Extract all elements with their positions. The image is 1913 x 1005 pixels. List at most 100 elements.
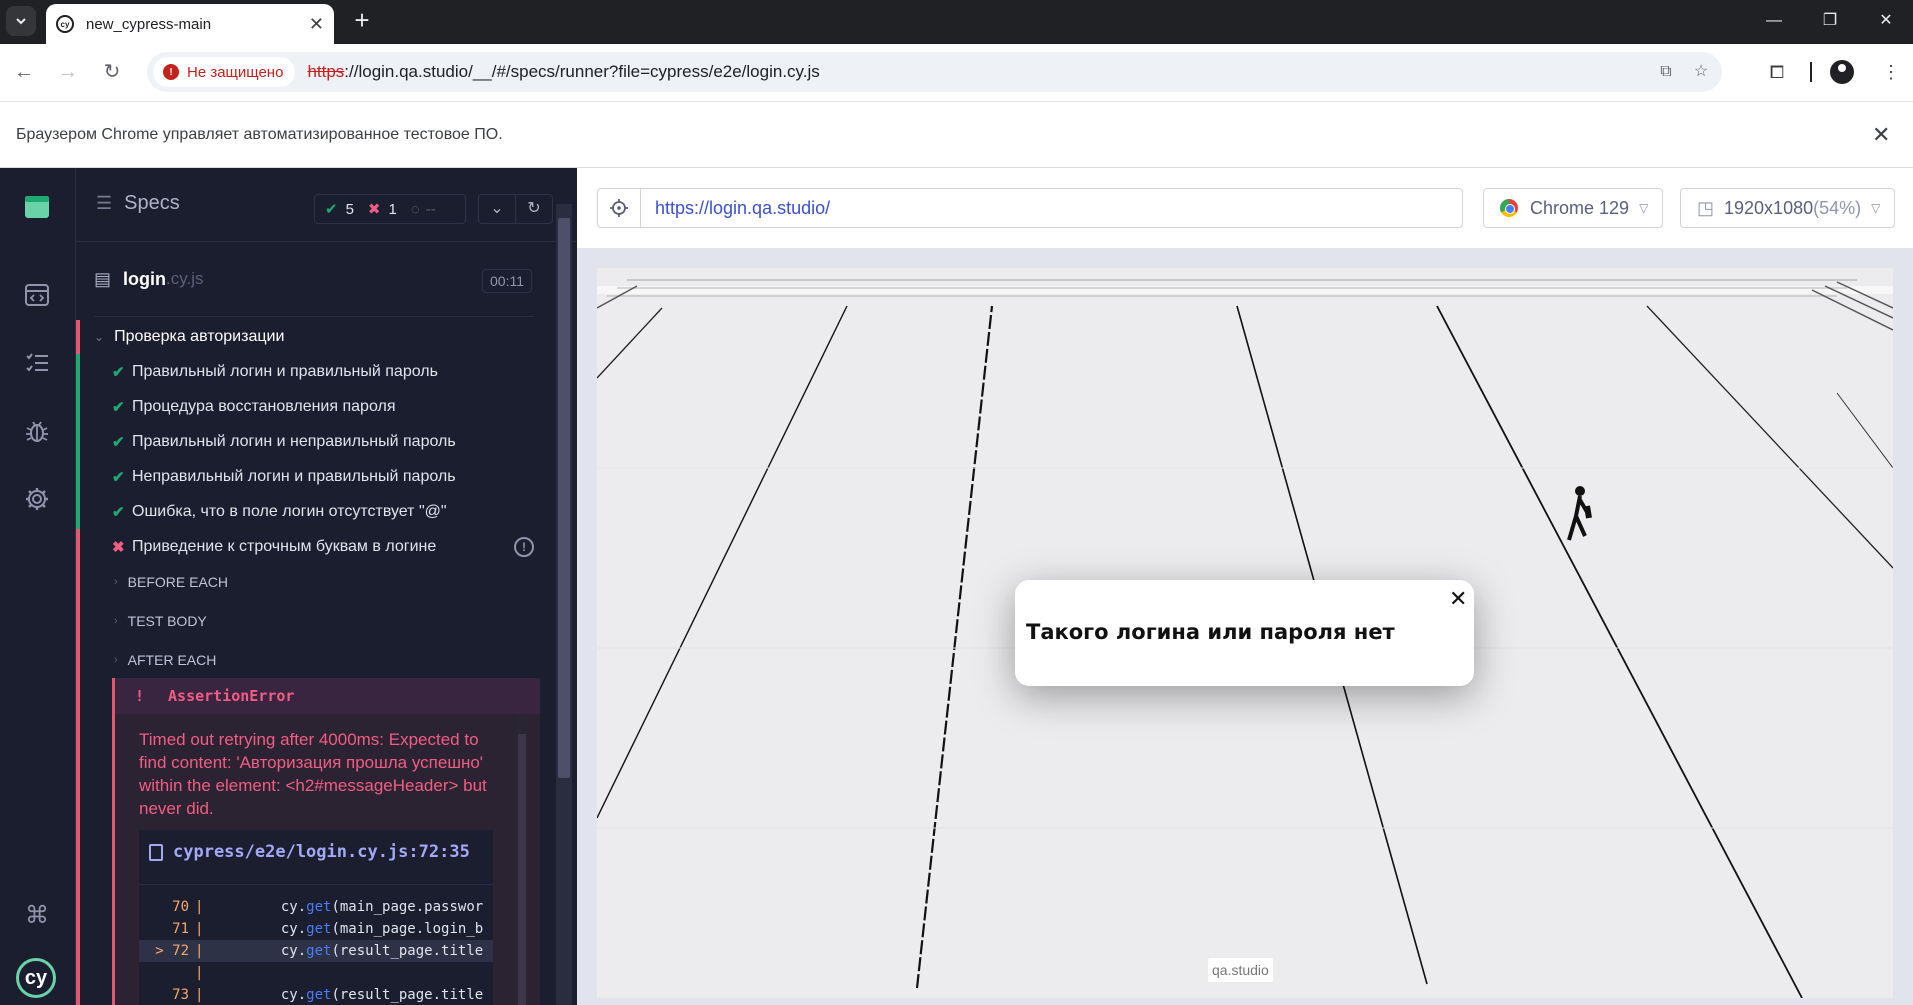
debug-bug-icon[interactable] [22, 416, 52, 446]
toolbar-divider [1810, 62, 1812, 82]
aut-url[interactable]: https://login.qa.studio/ [640, 188, 1463, 228]
test-title: Правильный логин и неправильный пароль [132, 432, 456, 450]
result-popup: ✕ Такого логина или пароля нет [1015, 580, 1474, 686]
browser-tab[interactable]: cy new_cypress-main ✕ [46, 4, 334, 44]
test-row[interactable]: ✔ Ошибка, что в поле логин отсутствует "… [76, 494, 516, 529]
suite-title: Проверка авторизации [114, 328, 285, 345]
infobar-text: Браузером Chrome управляет автоматизиров… [16, 126, 503, 143]
url-text[interactable]: https://login.qa.studio/__/#/specs/runne… [307, 62, 819, 82]
line-number: 70 [172, 899, 189, 915]
popup-message: Такого логина или пароля нет [1026, 620, 1395, 644]
error-header: ! AssertionError [115, 678, 540, 714]
browser-selector[interactable]: Chrome 129 ▽ [1483, 188, 1663, 228]
specs-nav-icon[interactable] [22, 280, 52, 310]
code-line: 71 | cy.get(main_page.login_b [139, 918, 493, 940]
profile-avatar-icon[interactable] [1830, 60, 1854, 84]
code-file-link[interactable]: cypress/e2e/login.cy.js:72:35 [149, 842, 470, 862]
reload-button[interactable]: ↻ [96, 56, 128, 88]
line-code: cy.get(result_page.title [213, 943, 484, 959]
cypress-favicon-icon: cy [56, 15, 74, 33]
passed-check-icon: ✔ [112, 433, 125, 451]
chevron-right-icon: › [114, 654, 118, 666]
reporter-header: ☰ Specs ✔ 5 ✖ 1 ◌ -- ⌄ ↻ [76, 168, 577, 242]
close-window-button[interactable]: ✕ [1866, 6, 1906, 36]
line-number: 71 [172, 921, 189, 937]
code-line: 70 | cy.get(main_page.passwor [139, 896, 493, 918]
test-row[interactable]: ✔ Процедура восстановления пароля [76, 389, 516, 424]
test-title: Правильный логин и правильный пароль [132, 362, 438, 380]
back-button[interactable]: ← [8, 56, 40, 88]
collapse-all-button[interactable]: ⌄ [478, 194, 516, 224]
infobar-close-icon[interactable]: ✕ [1872, 122, 1890, 148]
line-gutter: | [195, 943, 204, 959]
test-row[interactable]: ✔ Неправильный логин и правильный пароль [76, 459, 516, 494]
watermark-label: qa.studio [1208, 958, 1273, 982]
passed-check-icon: ✔ [112, 398, 125, 416]
warning-icon: ! [163, 64, 179, 80]
bookmark-star-icon[interactable]: ☆ [1687, 58, 1715, 86]
code-line: | [139, 962, 493, 984]
new-tab-button[interactable]: + [348, 7, 376, 35]
restore-button[interactable]: ❐ [1810, 6, 1850, 36]
viewport-selector[interactable]: ◳ 1920x1080 (54%) ▽ [1680, 188, 1895, 228]
test-title: Процедура восстановления пароля [132, 397, 396, 415]
divider [139, 884, 493, 885]
line-number: > 72 [155, 943, 189, 959]
tab-close-icon[interactable]: ✕ [309, 14, 324, 35]
aut-header: https://login.qa.studio/ Chrome 129 ▽ ◳ … [577, 168, 1913, 248]
test-row[interactable]: ✔ Правильный логин и неправильный пароль [76, 424, 516, 459]
runs-nav-icon[interactable] [22, 348, 52, 378]
browser-name: Chrome 129 [1530, 197, 1630, 218]
crosshair-icon [610, 199, 628, 217]
selector-playground-button[interactable] [597, 188, 641, 228]
minimize-button[interactable]: — [1754, 6, 1794, 36]
run-stats: ✔ 5 ✖ 1 ◌ -- [314, 194, 466, 224]
info-icon[interactable]: ! [514, 536, 534, 557]
reporter-scrollbar-thumb[interactable] [558, 218, 570, 778]
hook-before-each[interactable]: › BEFORE EACH [114, 574, 228, 590]
hook-test-body[interactable]: › TEST BODY [114, 613, 207, 629]
browser-tabstrip: cy new_cypress-main ✕ + — ❐ ✕ [0, 0, 1913, 44]
address-bar[interactable]: ! Не защищено https://login.qa.studio/__… [147, 52, 1722, 92]
extensions-icon[interactable]: ⧠ [1762, 57, 1792, 87]
line-code: cy.get(result_page.title [213, 987, 484, 1003]
line-gutter: | [195, 965, 204, 981]
tab-search-button[interactable] [6, 6, 36, 36]
keyboard-shortcuts-icon[interactable]: ⌘ [22, 900, 52, 930]
viewport-scale: (54%) [1813, 197, 1862, 218]
spec-extension: .cy.js [166, 269, 204, 288]
url-protocol: https [307, 62, 345, 81]
code-file-path: cypress/e2e/login.cy.js:72:35 [173, 842, 470, 862]
failed-x-icon: ✖ [112, 538, 125, 556]
forward-button[interactable]: → [52, 56, 84, 88]
error-scrollbar-thumb[interactable] [518, 734, 526, 1005]
chevron-right-icon: › [114, 615, 118, 627]
line-gutter: | [195, 899, 204, 915]
translate-icon[interactable]: ⧉ [1652, 58, 1680, 86]
security-chip[interactable]: ! Не защищено [153, 57, 296, 87]
hook-label: TEST BODY [127, 613, 207, 629]
security-label: Не защищено [187, 63, 284, 81]
spec-file-row[interactable]: ▤ login .cy.js [94, 264, 534, 294]
error-name: AssertionError [168, 687, 295, 705]
url-path: ://login.qa.studio/__/#/specs/runner?fil… [344, 62, 820, 81]
close-icon[interactable]: ✕ [1449, 586, 1467, 612]
project-icon[interactable] [22, 192, 52, 222]
settings-gear-icon[interactable] [22, 484, 52, 514]
automation-infobar: Браузером Chrome управляет автоматизиров… [0, 102, 1913, 168]
code-line: 73 | cy.get(result_page.title [139, 984, 493, 1005]
test-title: Неправильный логин и правильный пароль [132, 467, 456, 485]
file-icon [149, 843, 163, 861]
passed-check-icon: ✔ [112, 363, 125, 381]
specs-toggle[interactable]: ☰ Specs [96, 192, 180, 215]
test-row-failed[interactable]: ✖ Приведение к строчным буквам в логине … [76, 529, 534, 564]
hook-after-each[interactable]: › AFTER EACH [114, 652, 216, 668]
menu-kebab-icon[interactable]: ⋮ [1876, 57, 1906, 87]
hook-label: BEFORE EACH [127, 574, 229, 590]
chevron-down-icon: ⌄ [94, 330, 105, 344]
rerun-button[interactable]: ↻ [515, 194, 553, 224]
line-gutter: | [195, 921, 204, 937]
suite-row[interactable]: ⌄ Проверка авторизации [94, 328, 284, 346]
line-number: 73 [172, 987, 189, 1003]
test-row[interactable]: ✔ Правильный логин и правильный пароль [76, 354, 516, 389]
